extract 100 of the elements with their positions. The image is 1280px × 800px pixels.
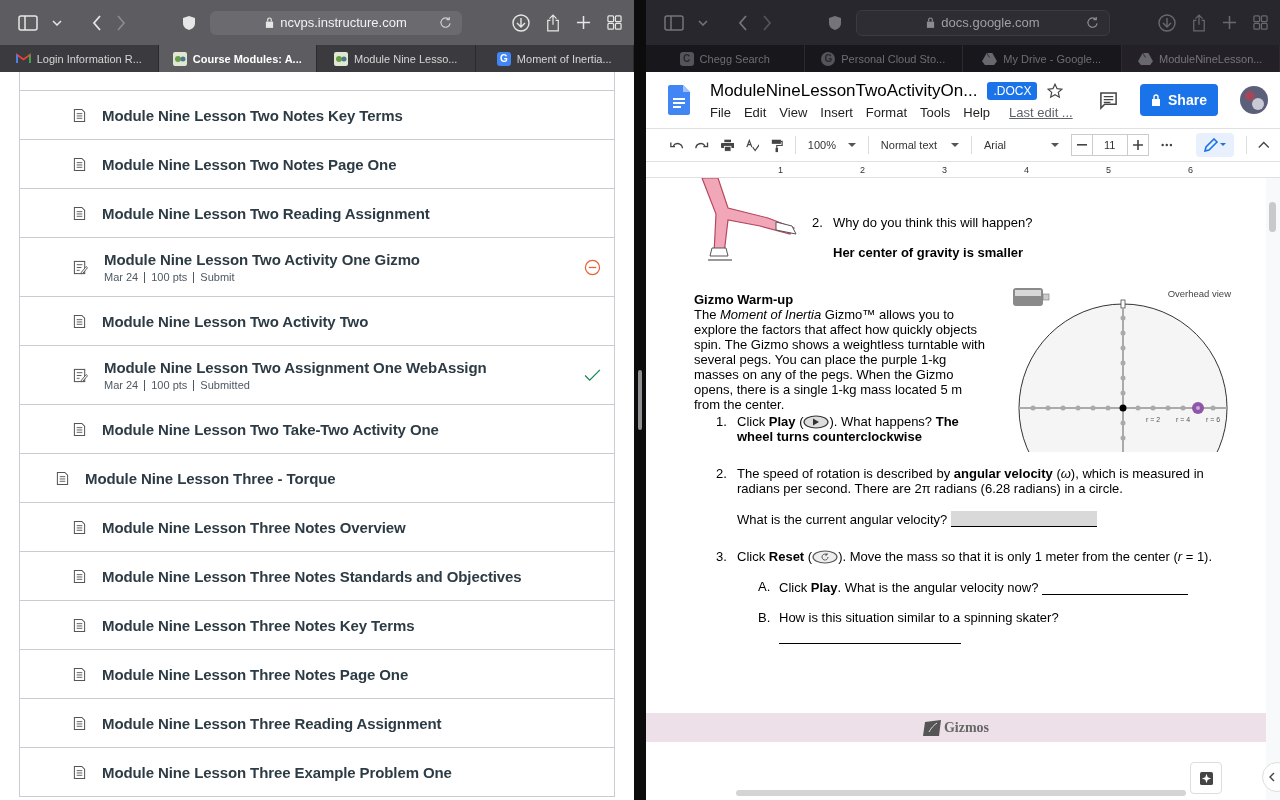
module-item-link[interactable]: Module Nine Lesson Three - Torque (85, 469, 614, 487)
module-item-link[interactable]: Module Nine Lesson Two Take-Two Activity One (102, 420, 614, 438)
new-tab-icon[interactable] (1222, 15, 1237, 30)
editing-mode-button[interactable] (1196, 133, 1234, 157)
tab-title: ModuleNineLesson... (1159, 52, 1263, 65)
sidebar-icon[interactable] (664, 14, 684, 31)
zoom-dropdown[interactable]: 100% (807, 139, 856, 151)
page-icon (73, 568, 86, 584)
page-icon (73, 205, 86, 221)
scrollbar-thumb[interactable] (1269, 202, 1276, 232)
plus-icon (1132, 140, 1143, 150)
tab-overview-icon[interactable] (607, 15, 622, 30)
section-heading: Gizmo Warm-up (694, 292, 795, 307)
lock-icon (1151, 94, 1162, 106)
module-item-link[interactable]: Module Nine Lesson Two Reading Assignment (102, 204, 614, 222)
module-item-link[interactable]: Module Nine Lesson Two Activity One Gizmo (104, 251, 584, 268)
list-letter: A. (758, 579, 772, 595)
module-item-link[interactable]: Module Nine Lesson Two Assignment One WebAssign (104, 359, 584, 376)
tab-title: Course Modules: A... (192, 52, 302, 65)
collapse-icon[interactable] (1258, 141, 1271, 149)
shield-icon[interactable] (828, 14, 842, 31)
module-item-link[interactable]: Module Nine Lesson Three Reading Assignment (102, 714, 614, 732)
tab-title: Module Nine Lesso... (354, 52, 458, 65)
instruction-text: ). Move the mass so that it is only 1 meter from the center (r = 1). (838, 549, 1213, 564)
browser-tab[interactable]: ModuleNineLesson... (1121, 45, 1280, 72)
menu-item[interactable]: File (710, 104, 731, 120)
shield-icon[interactable] (182, 14, 196, 31)
tab-title: Chegg Search (699, 52, 770, 65)
module-item-link[interactable]: Module Nine Lesson Three Notes Key Terms (102, 616, 614, 634)
address-bar[interactable]: docs.google.com (856, 9, 1110, 36)
style-dropdown[interactable]: Normal text (880, 139, 960, 151)
module-item-link[interactable]: Module Nine Lesson Three Example Problem One (102, 763, 614, 781)
split-handle[interactable] (638, 370, 642, 430)
lock-icon (265, 17, 275, 28)
assignment-icon (73, 367, 88, 383)
avatar[interactable] (1240, 86, 1268, 114)
module-item-link[interactable]: Module Nine Lesson Three Notes Overview (102, 518, 614, 536)
back-icon[interactable] (738, 14, 748, 31)
comment-icon[interactable] (1099, 90, 1118, 110)
item-detail: 100 pts (151, 379, 188, 391)
address-bar[interactable]: ncvps.instructure.com (210, 10, 462, 35)
docs-logo-icon[interactable] (668, 85, 690, 115)
module-item-link[interactable]: Module Nine Lesson Two Notes Page One (102, 155, 614, 173)
item-detail: Mar 24 (104, 379, 139, 391)
item-detail: 100 pts (151, 271, 188, 283)
last-edit-link[interactable]: Last edit ... (1009, 104, 1073, 120)
menu-item[interactable]: Tools (920, 104, 951, 120)
star-icon[interactable] (1047, 82, 1064, 99)
tab-overview-icon[interactable] (1253, 15, 1268, 30)
decrease-size-button[interactable] (1070, 134, 1093, 156)
menu-item[interactable]: Edit (743, 104, 767, 120)
increase-size-button[interactable] (1126, 134, 1149, 156)
file-type-badge: .DOCX (987, 81, 1038, 100)
undo-icon[interactable] (670, 140, 684, 150)
print-icon[interactable] (720, 138, 735, 152)
spellcheck-icon[interactable] (746, 138, 760, 152)
ruler-number: 3 (942, 164, 948, 175)
chevron-down-icon[interactable] (698, 19, 708, 26)
list-number: 1. (716, 414, 728, 431)
paragraph: The Moment of Inertia Gizmo™ allows you to explore the factors that affect how quickly objects spin. The Gizmo shows a weightless turntable with several pegs. You can place the purple 1-kg masses on any of the pegs. When the Gizmo opens, there is a single 1-kg mass located 5 m from the center. (694, 307, 986, 412)
item-detail: Mar 24 (104, 271, 139, 283)
ruler[interactable]: 1 2 3 4 5 6 (646, 161, 1280, 178)
reset-icon (812, 549, 839, 564)
share-icon[interactable] (1192, 13, 1206, 32)
explore-button[interactable] (1190, 762, 1222, 794)
url-text: docs.google.com (941, 15, 1040, 30)
module-item-link[interactable]: Module Nine Lesson Three Notes Standards and Objectives (102, 567, 614, 585)
ruler-number: 4 (1024, 164, 1030, 175)
sparkle-icon (1199, 771, 1213, 785)
browser-tab[interactable]: Course Modules: A... (158, 45, 317, 72)
font-dropdown[interactable]: Arial (984, 139, 1059, 151)
more-icon[interactable] (1160, 143, 1173, 147)
scrollbar-thumb[interactable] (736, 790, 1186, 796)
download-icon[interactable] (1158, 13, 1176, 32)
menu-item[interactable]: Insert (820, 104, 853, 120)
reload-icon[interactable] (1086, 16, 1099, 29)
redo-icon[interactable] (695, 140, 709, 150)
font-size-field[interactable]: 11 (1092, 134, 1127, 156)
url-text: ncvps.instructure.com (280, 15, 407, 30)
module-item-link[interactable]: Module Nine Lesson Three Notes Page One (102, 665, 614, 683)
menu-item[interactable]: View (779, 104, 808, 120)
drive-icon (982, 52, 998, 65)
reload-icon[interactable] (439, 16, 452, 29)
document-title[interactable]: ModuleNineLessonTwoActivityOn... (710, 80, 978, 101)
logo-text: Gizmos (943, 720, 990, 735)
ruler-number: 6 (1188, 164, 1194, 175)
paint-format-icon[interactable] (771, 137, 783, 153)
pencil-icon (1201, 138, 1228, 152)
menu-item[interactable]: Help (963, 104, 991, 120)
module-item-link[interactable]: Module Nine Lesson Two Activity Two (102, 312, 614, 330)
minus-icon (1076, 144, 1087, 146)
menu-item[interactable]: Format (865, 104, 907, 120)
answer-text: wheel turns counterclockwise (737, 429, 923, 444)
ruler-number: 5 (1106, 164, 1112, 175)
module-item-link[interactable]: Module Nine Lesson Two Notes Key Terms (102, 106, 614, 124)
leaf-icon (922, 718, 943, 737)
share-button[interactable]: Share (1140, 84, 1218, 116)
lock-icon (926, 17, 936, 28)
list-number: 2. (812, 215, 824, 230)
mail-icon (15, 53, 31, 64)
